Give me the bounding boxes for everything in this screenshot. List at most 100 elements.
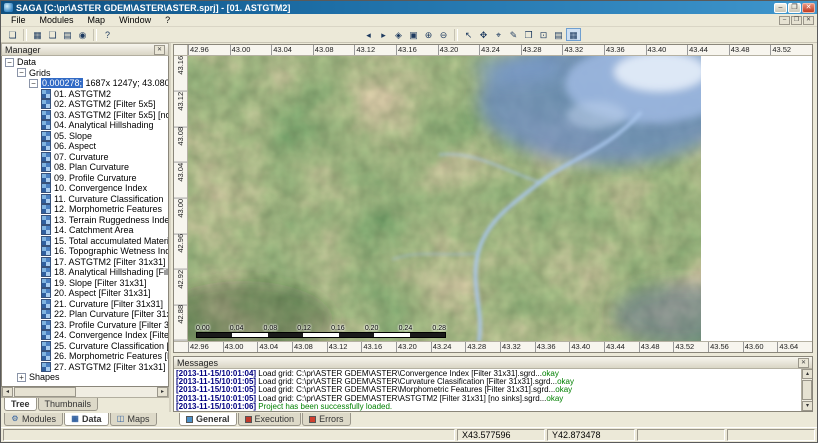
grid-layer-icon [41,131,51,141]
grid-layer-item[interactable]: 16. Topographic Wetness Index [2,246,168,257]
collapse-icon[interactable]: − [17,68,26,77]
tab-thumbnails[interactable]: Thumbnails [38,398,99,411]
grid-layer-item[interactable]: 20. Aspect [Filter 31x31] [2,288,168,299]
grid-layer-item[interactable]: 17. ASTGTM2 [Filter 31x31] [2,257,168,268]
zoom-previous-icon[interactable]: ◂ [361,28,376,41]
grid-layer-item[interactable]: 21. Curvature [Filter 31x31] [2,299,168,310]
grid-layer-item[interactable]: 22. Plan Curvature [Filter 31x3 [2,309,168,320]
map-window: 42.9643.0043.0443.0843.1243.1643.2043.24… [173,44,813,353]
menu-item-window[interactable]: Window [112,14,158,27]
tree-horizontal-scrollbar[interactable]: ◂ ▸ [1,387,169,398]
show-manager-icon[interactable]: ▦ [30,28,45,41]
messages-close-icon[interactable]: ✕ [798,358,809,368]
mdi-restore-button[interactable]: ❐ [791,16,802,25]
zoom-out-icon[interactable]: ⊖ [436,28,451,41]
zoom-tool-icon[interactable]: ⌖ [491,28,506,41]
tab-maps[interactable]: ◫ Maps [110,413,157,426]
grid-layer-item[interactable]: 05. Slope [2,131,168,142]
tab-general[interactable]: General [179,413,237,426]
menu-item-help[interactable]: ? [158,14,177,27]
grid-layer-item[interactable]: 18. Analytical Hillshading [Filter [2,267,168,278]
grid-layer-item[interactable]: 24. Convergence Index [Filter 31 [2,330,168,341]
grid-layer-item[interactable]: 19. Slope [Filter 31x31] [2,278,168,289]
close-button[interactable]: ✕ [802,3,815,13]
scrollbar-thumb[interactable] [14,387,76,397]
scroll-up-icon[interactable]: ▴ [802,369,812,379]
mdi-minimize-button[interactable]: – [779,16,790,25]
grid-layer-item[interactable]: 27. ASTGTM2 [Filter 31x31] [no [2,362,168,373]
zoom-active-layer-icon[interactable]: ▣ [406,28,421,41]
grid-layer-item[interactable]: 12. Morphometric Features [2,204,168,215]
grid-layer-label: 16. Topographic Wetness Index [54,246,168,256]
grid-layer-item[interactable]: 03. ASTGTM2 [Filter 5x5] [no sir [2,110,168,121]
scroll-right-icon[interactable]: ▸ [157,387,168,397]
menu-item-file[interactable]: File [4,14,33,27]
expand-icon[interactable]: + [17,373,26,382]
pointer-tool-icon[interactable]: ↖ [461,28,476,41]
show-object-icon[interactable]: ◉ [75,28,90,41]
grid-layer-item[interactable]: 04. Analytical Hillshading [2,120,168,131]
ruler-label: 43.48 [639,342,674,352]
open-icon[interactable]: ❏ [5,28,20,41]
grid-layer-item[interactable]: 26. Morphometric Features [Filt [2,351,168,362]
grid-layer-item[interactable]: 08. Plan Curvature [2,162,168,173]
data-tree: − Data − Grids − 0.000278; 1687x 1247y; … [1,56,169,387]
tree-node-data[interactable]: − Data [2,57,168,68]
scroll-down-icon[interactable]: ▾ [802,401,812,411]
grid-layer-icon [41,330,51,340]
tab-errors[interactable]: Errors [302,413,351,426]
map-viewport[interactable]: 0.000.040.080.120.160.200.240.28 [188,56,812,341]
grid-layer-item[interactable]: 07. Curvature [2,152,168,163]
pan-tool-icon[interactable]: ✥ [476,28,491,41]
tab-execution[interactable]: Execution [238,413,302,426]
tree-node-grids[interactable]: − Grids [2,68,168,79]
zoom-full-extent-icon[interactable]: ◈ [391,28,406,41]
measure-tool-icon[interactable]: ✎ [506,28,521,41]
ruler-label: 43.16 [361,342,396,352]
manager-close-icon[interactable]: ✕ [154,45,165,55]
ruler-label: 43.52 [770,45,812,55]
ruler-label: 43.08 [174,127,187,163]
graticule-icon[interactable]: ▦ [566,28,581,41]
print-map-icon[interactable]: ⊡ [536,28,551,41]
collapse-icon[interactable]: − [5,58,14,67]
maximize-button[interactable]: ❐ [788,3,801,13]
zoom-next-icon[interactable]: ▸ [376,28,391,41]
scrollbar-thumb[interactable] [802,380,812,400]
grid-layer-item[interactable]: 25. Curvature Classification [Filt [2,341,168,352]
collapse-icon[interactable]: − [29,79,38,88]
tab-tree[interactable]: Tree [4,398,37,411]
show-data-source-icon[interactable]: ▤ [60,28,75,41]
messages-scrollbar[interactable]: ▴ ▾ [801,369,812,411]
grid-layer-item[interactable]: 10. Convergence Index [2,183,168,194]
tab-modules[interactable]: ⚙ Modules [4,413,63,426]
grid-layer-item[interactable]: 11. Curvature Classification [2,194,168,205]
grid-layer-label: 07. Curvature [54,152,109,162]
grid-layer-item[interactable]: 06. Aspect [2,141,168,152]
scroll-left-icon[interactable]: ◂ [2,387,13,397]
zoom-in-icon[interactable]: ⊕ [421,28,436,41]
grid-layer-item[interactable]: 13. Terrain Ruggedness Index (T [2,215,168,226]
help-icon[interactable]: ? [100,28,115,41]
grid-layer-icon [41,194,51,204]
grid-layer-item[interactable]: 15. Total accumulated Material [2,236,168,247]
menu-item-modules[interactable]: Modules [33,14,81,27]
minimize-button[interactable]: – [774,3,787,13]
menu-item-map[interactable]: Map [81,14,113,27]
toolbar: ❏ ▦ ❑ ▤ ◉ ? ◂ ▸ ◈ ▣ ⊕ ⊖ ↖ ✥ ⌖ ✎ ❒ ⊡ ▤ ▦ [1,27,817,43]
show-properties-icon[interactable]: ❑ [45,28,60,41]
tab-data[interactable]: ▦ Data [64,413,109,426]
tab-label: Tree [11,399,30,410]
legend-icon[interactable]: ▤ [551,28,566,41]
grid-layer-item[interactable]: 09. Profile Curvature [2,173,168,184]
mdi-close-button[interactable]: ✕ [803,16,814,25]
tree-node-grid-system[interactable]: − 0.000278; 1687x 1247y; 43.080833x 4 [2,78,168,89]
grid-layer-item[interactable]: 23. Profile Curvature [Filter 31x [2,320,168,331]
grid-layer-item[interactable]: 01. ASTGTM2 [2,89,168,100]
general-tab-icon [186,416,193,423]
grid-layer-item[interactable]: 14. Catchment Area [2,225,168,236]
tree-node-shapes[interactable]: + Shapes [2,372,168,383]
view-3d-icon[interactable]: ❒ [521,28,536,41]
map-canvas[interactable] [188,56,701,341]
grid-layer-item[interactable]: 02. ASTGTM2 [Filter 5x5] [2,99,168,110]
